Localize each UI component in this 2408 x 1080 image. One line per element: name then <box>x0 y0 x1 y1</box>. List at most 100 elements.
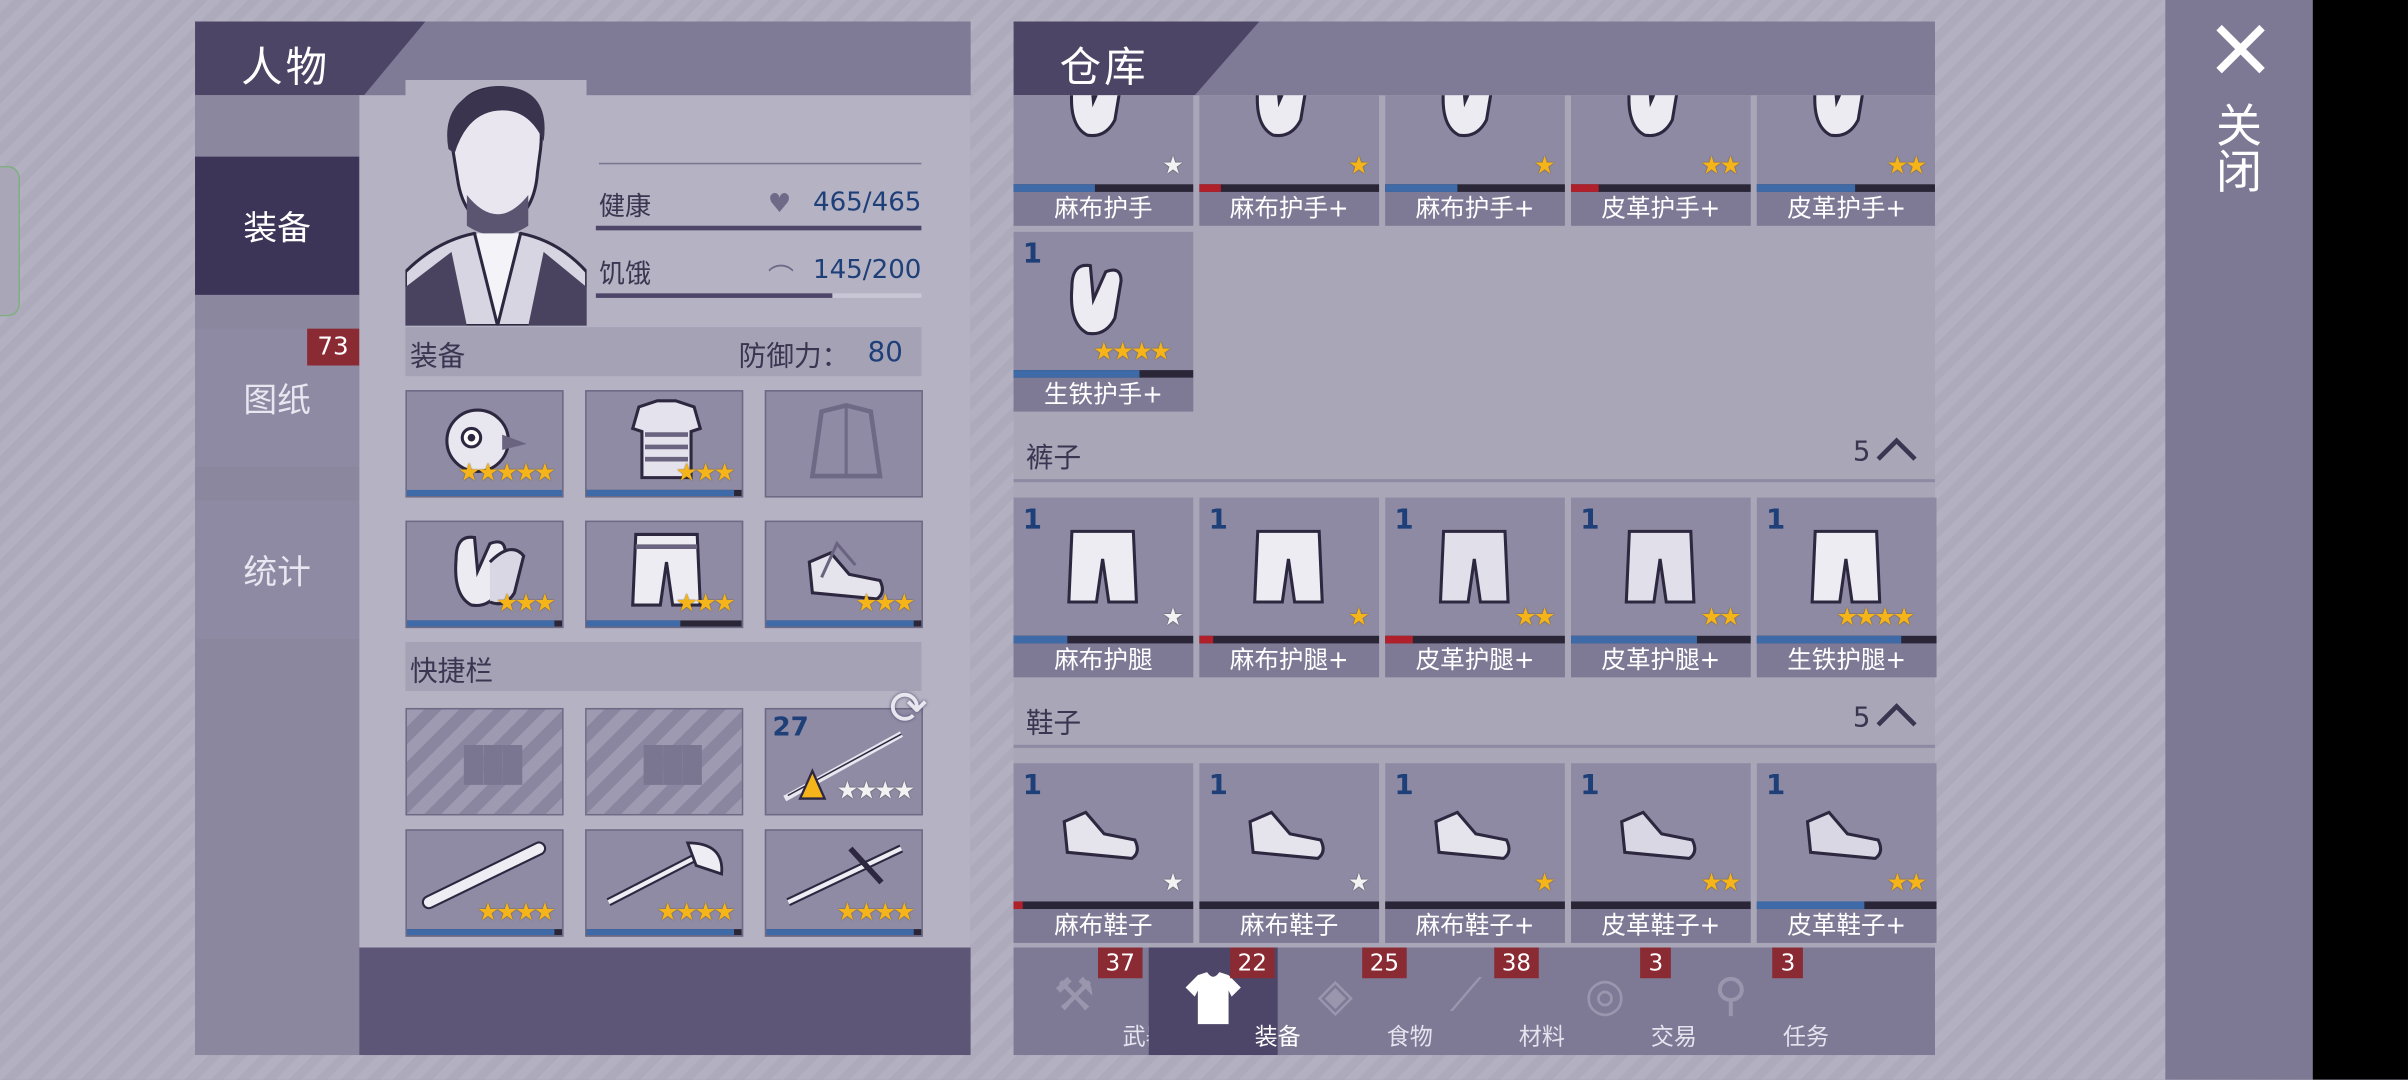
quest-icon: ⚲ <box>1713 969 1748 1023</box>
storage-item[interactable]: 1 ★ 麻布鞋子+ <box>1385 763 1565 943</box>
tab-materials[interactable]: ⟋ 38 材料 <box>1413 947 1565 1055</box>
tab-quests-badge: 3 <box>1772 947 1803 979</box>
pants-icon <box>1624 529 1696 604</box>
tab-materials-badge: 38 <box>1494 947 1539 979</box>
storage-item[interactable]: 1 ★ 麻布护腿 <box>1013 497 1194 678</box>
equip-slot-head-durability <box>406 489 563 497</box>
item-stars: ★ <box>1347 150 1370 180</box>
item-count: 1 <box>1394 769 1414 802</box>
item-name: 麻布鞋子+ <box>1385 909 1565 943</box>
quick-slot-5[interactable]: ★★★★ <box>585 829 744 937</box>
quick-slot-5-stars: ★★★★ <box>656 896 736 927</box>
close-label[interactable]: 关闭 <box>2207 101 2267 193</box>
quick-slot-4[interactable]: ★★★★ <box>405 829 564 937</box>
equip-slot-hands[interactable]: ★★★ <box>405 520 564 629</box>
tab-trade[interactable]: ◎ 3 交易 <box>1545 947 1697 1055</box>
health-label: 健康 <box>598 191 652 223</box>
pants-icon <box>1810 529 1882 604</box>
tab-gear[interactable]: 22 装备 <box>1148 947 1301 1056</box>
item-name: 麻布护腿+ <box>1199 643 1380 678</box>
equip-slot-body[interactable]: ★★★ <box>585 390 744 498</box>
quick-slot-4-stars: ★★★★ <box>477 896 556 927</box>
item-name: 皮革护腿+ <box>1571 643 1751 678</box>
quick-slot-6-stars: ★★★★ <box>836 896 915 927</box>
storage-item[interactable]: ★ 麻布护手+ <box>1385 95 1565 226</box>
shoes-section-label: 鞋子 <box>1025 707 1082 741</box>
item-count: 1 <box>1580 503 1600 536</box>
tab-food[interactable]: ◈ 25 食物 <box>1281 947 1433 1055</box>
item-stars: ★ <box>1347 867 1370 897</box>
equipment-header: 装备 防御力： 80 <box>405 327 922 377</box>
item-count: 1 <box>1580 769 1600 802</box>
storage-item[interactable]: 1 ★ 麻布鞋子 <box>1199 763 1380 943</box>
equip-slot-head[interactable]: ★★★★★ <box>405 390 564 498</box>
item-name: 皮革鞋子+ <box>1756 909 1937 943</box>
storage-item[interactable]: 1 ★★★★ 生铁护手+ <box>1013 231 1194 412</box>
storage-item[interactable]: 1 ★★ 皮革护腿+ <box>1571 497 1751 678</box>
item-count: 1 <box>1766 769 1786 802</box>
tab-weapons[interactable]: ⚒ 37 武器 <box>1017 947 1169 1055</box>
shoes-icon <box>1434 810 1511 861</box>
storage-item[interactable]: 1 ★ 麻布鞋子 <box>1013 763 1194 943</box>
chevron-up-icon[interactable] <box>1874 433 1920 464</box>
item-count: 1 <box>1022 238 1043 271</box>
equip-slot-feet-stars: ★★★ <box>855 588 915 618</box>
tab-equipment[interactable]: 装备 <box>195 156 360 295</box>
pants-icon <box>1253 529 1324 604</box>
storage-item[interactable]: ★ 麻布护手 <box>1013 95 1194 226</box>
quick-slot-1[interactable]: ▮▮▮ <box>405 707 564 816</box>
tab-trade-badge: 3 <box>1640 947 1671 979</box>
equip-slot-hands-stars: ★★★ <box>495 588 556 618</box>
item-name: 麻布鞋子 <box>1199 909 1380 943</box>
pants-section-label: 裤子 <box>1025 442 1082 475</box>
item-count: 1 <box>1394 503 1414 536</box>
item-count: 1 <box>1022 503 1043 536</box>
item-durability <box>1013 635 1194 644</box>
quick-slot-6[interactable]: ★★★★ <box>764 829 923 937</box>
storage-item[interactable]: 1 ★★★★ 生铁护腿+ <box>1756 497 1937 678</box>
quick-slot-3[interactable]: 27 ★★★★ ⟳ <box>764 682 928 816</box>
equip-slot-outer[interactable] <box>764 390 923 498</box>
storage-item[interactable]: ★ 麻布护手+ <box>1199 95 1380 226</box>
shoes-icon <box>1248 810 1325 861</box>
item-durability <box>1571 635 1751 644</box>
refresh-icon[interactable]: ⟳ <box>889 682 928 736</box>
close-icon[interactable] <box>2213 21 2268 76</box>
empty-ammo-icon: ▮▮▮ <box>638 730 707 793</box>
quick-slot-2[interactable]: ▮▮▮ <box>585 707 744 816</box>
item-count: 1 <box>1208 503 1228 536</box>
defense-value: 80 <box>867 336 903 369</box>
storage-item[interactable]: 1 ★★ 皮革鞋子+ <box>1571 763 1751 943</box>
equip-slot-legs[interactable]: ★★★ <box>585 520 744 629</box>
item-name: 皮革鞋子+ <box>1571 909 1751 943</box>
hunger-bar <box>595 293 922 298</box>
pants-icon <box>1067 529 1139 604</box>
heart-icon: ♥ <box>767 188 792 220</box>
tab-stats[interactable]: 统计 <box>195 500 360 639</box>
pants-section-header[interactable]: 裤子 5 <box>1013 424 1935 483</box>
equipment-label: 装备 <box>410 340 466 374</box>
storage-item[interactable]: ★★ 皮革护手+ <box>1571 95 1751 226</box>
item-name: 生铁护手+ <box>1013 377 1194 412</box>
equip-slot-feet[interactable]: ★★★ <box>764 520 923 629</box>
storage-item[interactable]: 1 ★★ 皮革鞋子+ <box>1756 763 1937 943</box>
health-stat: 健康 ♥ 465/465 <box>595 184 922 231</box>
item-durability <box>1199 635 1380 644</box>
left-edge-handle <box>0 165 20 317</box>
jacket-empty-icon <box>809 403 883 479</box>
storage-item[interactable]: ★★ 皮革护手+ <box>1756 95 1935 226</box>
storage-item[interactable]: 1 ★ 麻布护腿+ <box>1199 497 1380 678</box>
item-stars: ★★ <box>1514 601 1556 632</box>
chevron-up-icon[interactable] <box>1874 699 1920 730</box>
shoes-section-header[interactable]: 鞋子 5 <box>1013 690 1935 748</box>
tab-quests[interactable]: ⚲ 3 任务 <box>1677 947 1829 1055</box>
tab-blueprints[interactable]: 图纸 73 <box>195 328 360 467</box>
storage-item[interactable]: 1 ★★ 皮革护腿+ <box>1385 497 1565 678</box>
tab-gear-badge: 22 <box>1229 947 1275 979</box>
food-icon: ◈ <box>1317 969 1354 1023</box>
item-name: 皮革护手+ <box>1571 191 1751 226</box>
health-value: 465/465 <box>812 187 922 219</box>
pants-icon <box>1438 529 1510 604</box>
close-sidebar[interactable]: 关闭 <box>2165 0 2313 1080</box>
gloves-icon <box>1441 95 1493 138</box>
